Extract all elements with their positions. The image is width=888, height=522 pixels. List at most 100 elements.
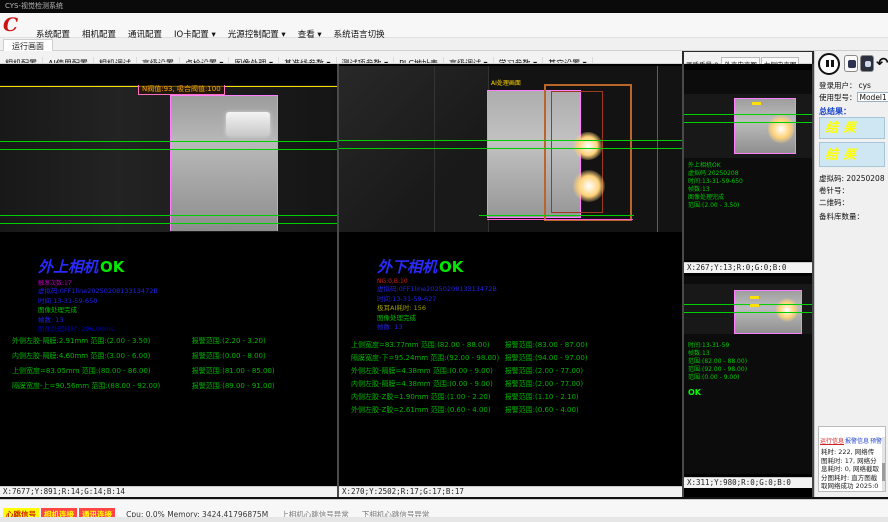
pause-icon	[831, 60, 834, 67]
overlay-line: 范围:(82.00 - 88.00)	[688, 358, 747, 366]
runtime-info-text: 耗时: 222, 网络传图耗时: 17, 网络分息耗时: 0, 网络截取分图耗时…	[819, 447, 885, 492]
pause-button[interactable]	[818, 53, 840, 75]
ai-cost: 极耳AI耗时: 156	[377, 304, 497, 314]
ai-frame-label: AI处理画面	[491, 78, 521, 87]
coordbar-left: X:7677;Y:891;R:14;G:14;B:14	[0, 486, 337, 497]
trigger-count: NG:0,B:10	[377, 278, 497, 285]
capture-time: 时间:13-31-59-650	[38, 297, 158, 307]
camera-title: 外下相机OK	[377, 256, 497, 277]
field-needle-no: 卷针号：	[819, 185, 849, 196]
capture-time: 时间:13-31-59-627	[377, 295, 497, 305]
undo-arrow-icon: ↶	[876, 54, 888, 72]
toolbar-button[interactable]: 相机调试	[94, 57, 137, 64]
connector-highlight	[226, 112, 270, 136]
snapshot-button[interactable]	[844, 55, 858, 72]
measure-line-green	[0, 215, 337, 216]
yellow-marker	[750, 296, 759, 299]
toolbar-button[interactable]: PLC地址表	[394, 57, 444, 64]
overlay-line: 帧数:13	[688, 186, 743, 194]
model-row: 使用型号：Model1	[819, 92, 888, 103]
virtual-code: 虚拟码:0FF1line2025020813313472B	[377, 285, 497, 295]
ok-status: OK	[688, 388, 701, 397]
toolbar-button[interactable]: 学习参数 ▾	[494, 57, 544, 64]
camera-image-mid: AI处理画面	[339, 66, 682, 232]
measurement-row: 上侧宽度=83.77mm 范围:(82.00 - 88.00)报警范围:(83.…	[351, 339, 678, 352]
tab-glow	[573, 132, 603, 160]
toolbar-button[interactable]: 点检设置 ▾	[180, 57, 230, 64]
trigger-count: 触发次数:17	[38, 278, 158, 287]
coordbar-mid: X:270;Y:2502;R:17;G:17;B:17	[339, 486, 682, 497]
toolbar-button[interactable]: 基准线参数 ▾	[279, 57, 337, 64]
app-logo-icon: C	[3, 15, 25, 36]
window-title: CYS-视觉检测系统	[5, 2, 63, 10]
coordbar-small-1: X:267;Y:13;R:0;G:0;B:0	[684, 262, 812, 273]
result-block-mid: 外下相机OK NG:0,B:10 虚拟码:0FF1line20250208133…	[377, 256, 497, 333]
info-tab[interactable]: 运行信息	[820, 436, 844, 445]
overlay-line: 外上相机OK	[688, 162, 743, 170]
measure-line-green	[0, 141, 337, 142]
measure-line-magenta	[487, 219, 633, 220]
measure-line-green	[0, 223, 337, 224]
tab-run-screen[interactable]: 运行画面	[3, 39, 53, 51]
measure-line-green	[339, 148, 682, 149]
measurement-row: 外侧左胶-隔膜:2.91mm 范围:(2.00 - 3.50)报警范围:(2.2…	[12, 334, 333, 349]
toolbar-button[interactable]: 其它设置 ▾	[543, 57, 593, 64]
yellow-marker	[750, 304, 759, 307]
measure-line-green	[684, 114, 812, 115]
measurement-list-mid: 上侧宽度=83.77mm 范围:(82.00 - 88.00)报警范围:(83.…	[351, 339, 678, 417]
model-input[interactable]: Model1	[857, 92, 888, 102]
toolbar-button[interactable]: 图像处理 ▾	[229, 57, 279, 64]
overlay-line: 帧数:13	[688, 350, 747, 358]
overlay-line: 范围:(92.00 - 98.00)	[688, 366, 747, 374]
small-view-2: 时间:13-31-59帧数:13范围:(82.00 - 88.00)范围:(92…	[684, 276, 812, 474]
camera-panel-mid: AI处理画面 外下相机OK NG:0,B:10 虚拟码:0FF1line2025…	[339, 64, 682, 486]
overlay-text: 外上相机OK虚拟码:20250208时间:13-31-59-650帧数:13图像…	[688, 162, 743, 210]
pause-icon	[826, 60, 829, 67]
overlay-line: 范围:(0.00 - 9.00)	[688, 374, 747, 382]
tab-glow	[768, 114, 794, 144]
camera-image-left: N阀值:93, 吸合阀值:100	[0, 85, 337, 232]
overlay-line: 范围:(2.00 - 3.50)	[688, 202, 743, 210]
measurement-row: 内侧左胶-隔膜:4.60mm 范围:(3.00 - 6.00)报警范围:(0.0…	[12, 349, 333, 364]
toolbar-button[interactable]: 相机配置	[0, 57, 43, 64]
window-footer	[0, 517, 888, 522]
virtual-code: 虚拟码:0FF1line2025020813313472B	[38, 287, 158, 297]
process-done: 图像处理完成	[377, 314, 497, 324]
undo-button[interactable]: ↶	[876, 53, 888, 73]
toolbar-button[interactable]: 高级调试 ▾	[444, 57, 494, 64]
overlay-line: 虚拟码:20250208	[688, 170, 743, 178]
login-user-label: 登录用户：	[819, 81, 857, 90]
result-box-1: 结果	[819, 117, 885, 139]
toolbar-button[interactable]: 测试项参数 ▾	[337, 57, 395, 64]
result-block-left: 外上相机OK 触发次数:17 虚拟码:0FF1line2025020813313…	[38, 256, 158, 335]
measure-line-green	[684, 312, 812, 313]
toolbar: 相机配置AI使用配置相机调试高级设置点检设置 ▾图像处理 ▾基准线参数 ▾测试项…	[0, 51, 682, 64]
toolbar-button[interactable]: AI使用配置	[43, 57, 94, 64]
info-tab[interactable]: 报警信息	[845, 436, 869, 445]
camera-icon	[848, 60, 856, 68]
camera-title: 外上相机OK	[38, 256, 158, 277]
record-icon	[865, 61, 871, 67]
tab-glow	[776, 298, 798, 322]
frame-count: 帧数: 13	[38, 316, 158, 326]
sidebar: ↶ 登录用户：cys 使用型号：Model1 总结果： 结果 结果 虚拟码: 2…	[814, 51, 888, 497]
measure-line-green	[339, 140, 682, 141]
sidebar-buttons: ↶	[818, 53, 888, 77]
info-scrollbar[interactable]	[882, 437, 885, 491]
info-tabs: 运行信息报警信息预警信息	[819, 427, 885, 447]
window-titlebar: CYS-视觉检测系统	[0, 0, 888, 13]
measurement-row: 内侧左胶-Z胶=1.90mm 范围:(1.00 - 2.20)报警范围:(1.1…	[351, 391, 678, 404]
tab-row: 运行画面	[0, 38, 888, 51]
measurement-row: 隔膜宽度-下=95.24mm 范围:(92.00 - 98.00)报警范围:(9…	[351, 352, 678, 365]
login-user-value: cys	[857, 81, 888, 91]
record-button[interactable]	[860, 55, 874, 72]
process-done: 图像处理完成	[38, 306, 158, 316]
machine-edge	[434, 66, 435, 232]
scroll-thumb[interactable]	[882, 463, 885, 481]
app-window: CYS-视觉检测系统 C 系统配置相机配置通讯配置IO卡配置 ▾光源控制配置 ▾…	[0, 0, 888, 522]
ok-status: OK	[100, 258, 124, 276]
login-user-row: 登录用户：cys	[819, 80, 888, 91]
yellow-marker	[752, 102, 761, 105]
toolbar-button[interactable]: 高级设置	[137, 57, 180, 64]
measure-line-green	[0, 149, 337, 150]
